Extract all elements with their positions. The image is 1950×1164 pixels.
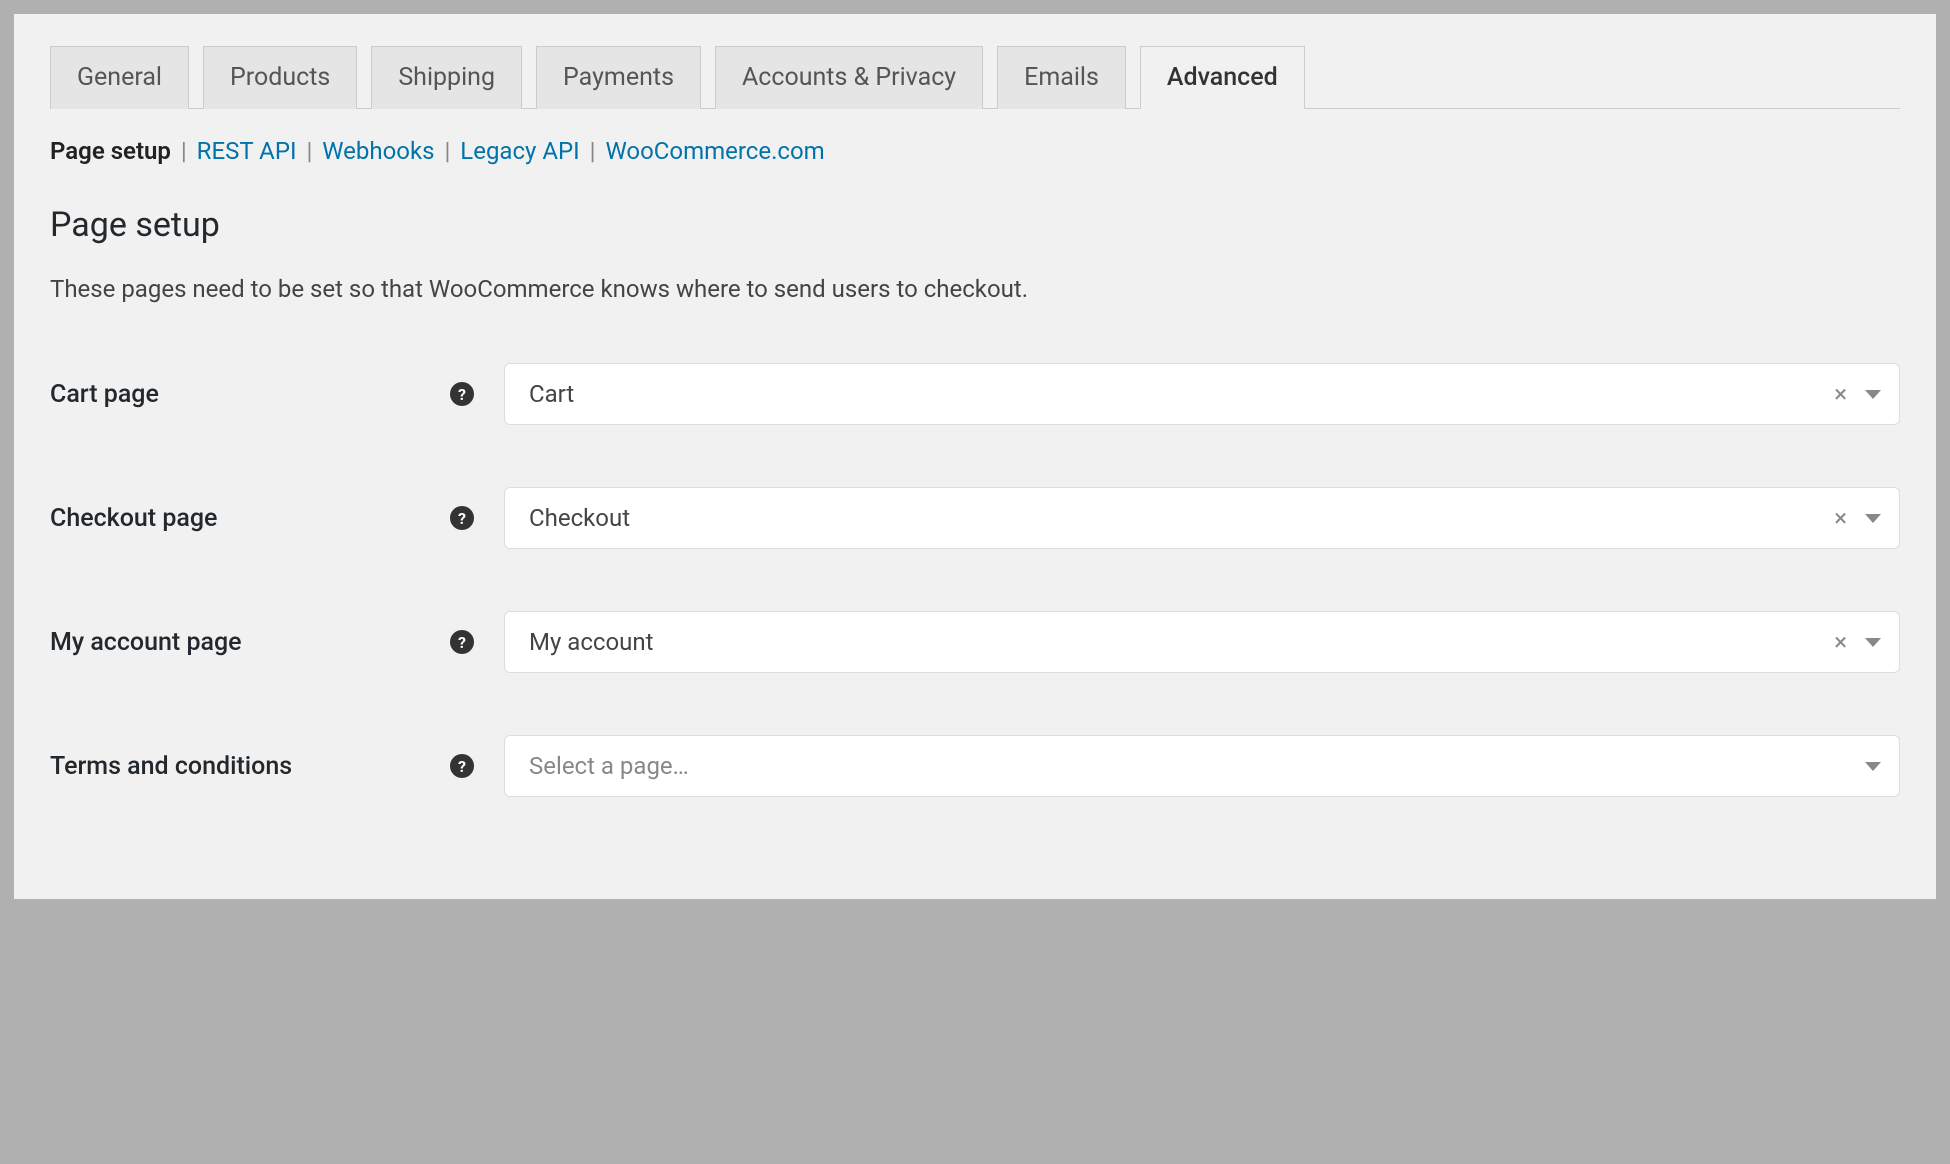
- chevron-down-icon[interactable]: [1865, 514, 1881, 523]
- tabs-bar: General Products Shipping Payments Accou…: [50, 46, 1900, 109]
- select-value: Cart: [529, 380, 1834, 408]
- sub-nav: Page setup | REST API | Webhooks | Legac…: [50, 137, 1900, 165]
- subnav-sep: |: [444, 137, 450, 165]
- select-value: My account: [529, 628, 1834, 656]
- settings-panel: General Products Shipping Payments Accou…: [14, 14, 1936, 899]
- chevron-down-icon[interactable]: [1865, 762, 1881, 771]
- subnav-woocommerce-com[interactable]: WooCommerce.com: [605, 137, 824, 165]
- help-icon[interactable]: ?: [450, 630, 474, 654]
- subnav-legacy-api[interactable]: Legacy API: [460, 137, 579, 165]
- help-icon[interactable]: ?: [450, 506, 474, 530]
- tab-advanced[interactable]: Advanced: [1140, 46, 1305, 109]
- help-icon[interactable]: ?: [450, 382, 474, 406]
- select-value: Checkout: [529, 504, 1834, 532]
- label-terms-conditions: Terms and conditions: [50, 752, 450, 781]
- select-checkout-page[interactable]: Checkout ×: [504, 487, 1900, 549]
- label-cart-page: Cart page: [50, 380, 450, 409]
- select-my-account-page[interactable]: My account ×: [504, 611, 1900, 673]
- clear-icon[interactable]: ×: [1834, 380, 1847, 408]
- subnav-sep: |: [306, 137, 312, 165]
- row-my-account-page: My account page ? My account ×: [50, 611, 1900, 673]
- subnav-page-setup[interactable]: Page setup: [50, 137, 171, 165]
- label-checkout-page: Checkout page: [50, 504, 450, 533]
- clear-icon[interactable]: ×: [1834, 504, 1847, 532]
- subnav-webhooks[interactable]: Webhooks: [322, 137, 434, 165]
- subnav-sep: |: [590, 137, 596, 165]
- chevron-down-icon[interactable]: [1865, 390, 1881, 399]
- section-description: These pages need to be set so that WooCo…: [50, 275, 1900, 303]
- help-icon[interactable]: ?: [450, 754, 474, 778]
- tab-payments[interactable]: Payments: [536, 46, 701, 109]
- row-cart-page: Cart page ? Cart ×: [50, 363, 1900, 425]
- clear-icon[interactable]: ×: [1834, 628, 1847, 656]
- label-my-account-page: My account page: [50, 628, 450, 657]
- chevron-down-icon[interactable]: [1865, 638, 1881, 647]
- subnav-rest-api[interactable]: REST API: [197, 137, 297, 165]
- tab-emails[interactable]: Emails: [997, 46, 1126, 109]
- tab-accounts-privacy[interactable]: Accounts & Privacy: [715, 46, 983, 109]
- row-checkout-page: Checkout page ? Checkout ×: [50, 487, 1900, 549]
- tab-products[interactable]: Products: [203, 46, 357, 109]
- select-terms-conditions[interactable]: Select a page…: [504, 735, 1900, 797]
- tab-general[interactable]: General: [50, 46, 189, 109]
- row-terms-conditions: Terms and conditions ? Select a page…: [50, 735, 1900, 797]
- tab-shipping[interactable]: Shipping: [371, 46, 522, 109]
- section-title: Page setup: [50, 205, 1900, 245]
- subnav-sep: |: [181, 137, 187, 165]
- select-cart-page[interactable]: Cart ×: [504, 363, 1900, 425]
- select-placeholder: Select a page…: [529, 752, 1865, 780]
